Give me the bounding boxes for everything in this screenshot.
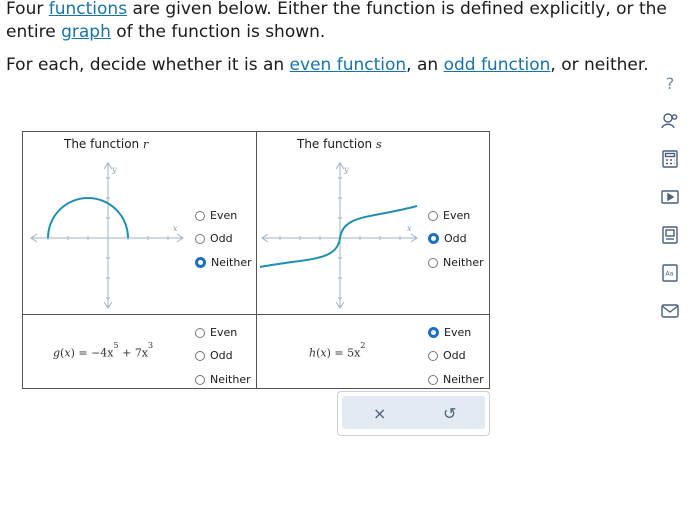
option-label: Odd [443,349,466,362]
title-text: The function [64,137,143,151]
h-odd-option[interactable]: Odd [428,349,466,362]
radio-button[interactable] [195,350,205,361]
prompt-text: of the function is shown. [110,22,326,42]
g-neither-option[interactable]: Neither [195,373,251,386]
y-axis-label: y [343,165,349,174]
function-name: r [142,138,149,151]
option-label: Neither [211,256,252,269]
prompt-text: Four [6,0,49,19]
plus-sign: + [122,346,132,360]
radio-button[interactable] [195,210,205,221]
action-bar: × ↺ [337,391,490,436]
prompt-line-2: For each, decide whether it is an even f… [6,54,696,77]
svg-text:Aa: Aa [666,271,674,278]
calculator-icon[interactable] [659,148,681,170]
term-1: −4x [91,346,114,360]
term-1: 5x [347,346,361,360]
radio-button-selected[interactable] [195,257,206,268]
variable: x [64,346,71,360]
r-odd-option[interactable]: Odd [195,232,233,245]
functions-link[interactable]: functions [49,0,127,19]
answer-grid: The function r y x Even Odd Neither The … [22,131,490,389]
exponent: 2 [360,341,366,350]
prompt: Four functions are given below. Either t… [6,0,696,77]
function-s-title: The function s [297,137,382,151]
r-even-option[interactable]: Even [195,209,237,222]
curve-r [47,197,129,239]
even-function-link[interactable]: even function [290,55,407,75]
prompt-text: For each, decide whether it is an [6,55,290,75]
option-label: Neither [443,373,484,386]
divider [23,314,489,315]
clear-button[interactable]: × [373,404,386,423]
option-label: Even [444,326,472,339]
h-neither-option[interactable]: Neither [428,373,484,386]
function-name: s [375,138,382,151]
help-icon[interactable]: ? [659,72,681,94]
graph-link[interactable]: graph [61,22,111,42]
exponent: 3 [148,341,154,350]
odd-function-link[interactable]: odd function [444,55,551,75]
hint-person-icon[interactable] [659,110,681,132]
x-axis-label: x [407,224,412,233]
option-label: Neither [443,256,484,269]
option-label: Even [443,209,471,222]
term-2: 7x [134,346,149,360]
radio-button[interactable] [428,350,438,361]
option-label: Even [210,209,238,222]
glossary-icon[interactable]: Aa [659,262,681,284]
variable: x [320,346,327,360]
action-bar-inner: × ↺ [342,396,485,429]
graph-r: y x [30,162,184,309]
graph-s: y x [259,162,418,309]
radio-button[interactable] [428,257,438,268]
radio-button[interactable] [195,327,205,338]
s-odd-option[interactable]: Odd [428,232,467,245]
formula-g: g(x) = −4x5 + 7x3 [53,341,154,360]
option-label: Neither [210,373,251,386]
y-axis-label: y [111,165,117,174]
video-icon[interactable] [659,186,681,208]
function-name: h [309,346,317,360]
option-label: Even [210,326,238,339]
radio-button[interactable] [428,210,438,221]
prompt-text: , or neither. [550,55,649,75]
equals-sign: = [78,346,88,360]
radio-button-selected[interactable] [428,327,439,338]
option-label: Odd [210,349,233,362]
s-neither-option[interactable]: Neither [428,256,484,269]
radio-button-selected[interactable] [428,233,439,244]
g-odd-option[interactable]: Odd [195,349,233,362]
option-label: Odd [210,232,233,245]
function-r-title: The function r [64,137,148,151]
prompt-text: , an [406,55,444,75]
function-name: g [53,346,61,360]
reset-button[interactable]: ↺ [443,404,456,423]
x-axis-label: x [173,224,178,233]
email-icon[interactable] [659,300,681,322]
r-neither-option[interactable]: Neither [195,256,252,269]
g-even-option[interactable]: Even [195,326,237,339]
exponent: 5 [113,341,119,350]
prompt-line-1: Four functions are given below. Either t… [6,0,696,44]
title-text: The function [297,137,376,151]
option-label: Odd [444,232,467,245]
radio-button[interactable] [195,233,205,244]
s-even-option[interactable]: Even [428,209,470,222]
radio-button[interactable] [195,374,205,385]
radio-button[interactable] [428,374,438,385]
h-even-option[interactable]: Even [428,326,471,339]
formula-h: h(x) = 5x2 [309,341,366,360]
textbook-icon[interactable] [659,224,681,246]
equals-sign: = [334,346,344,360]
